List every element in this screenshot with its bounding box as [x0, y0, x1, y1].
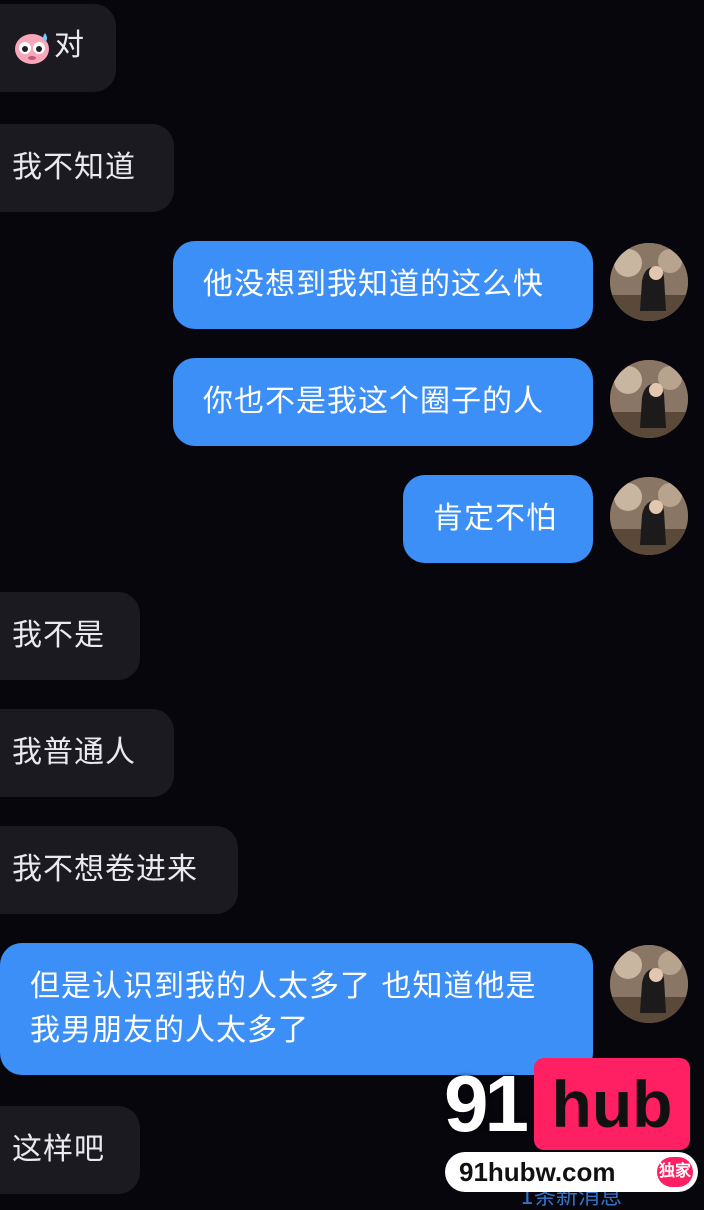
watermark-brand-number: 91: [444, 1059, 529, 1148]
message-text: 我不是: [12, 618, 105, 653]
message-bubble[interactable]: 对: [0, 4, 116, 92]
message-text: 这样吧: [12, 1132, 105, 1167]
message-text: 我不知道: [12, 150, 136, 185]
message-bubble[interactable]: 但是认识到我的人太多了 也知道他是 我男朋友的人太多了: [0, 943, 593, 1075]
sweat-emoji-icon: [12, 27, 52, 67]
avatar[interactable]: [610, 243, 688, 321]
watermark-url: 91hubw.com: [459, 1157, 616, 1187]
message-bubble[interactable]: 我不知道: [0, 124, 174, 212]
message-bubble[interactable]: 我普通人: [0, 709, 174, 797]
avatar[interactable]: [610, 945, 688, 1023]
avatar[interactable]: [610, 360, 688, 438]
message-text-line-2: 我男朋友的人太多了: [30, 1013, 309, 1048]
message-bubble[interactable]: 肯定不怕: [403, 475, 593, 563]
message-bubble[interactable]: 我不想卷进来: [0, 826, 238, 914]
message-bubble[interactable]: 你也不是我这个圈子的人: [173, 358, 593, 446]
watermark-tag: 独家: [657, 1157, 693, 1187]
message-text: 他没想到我知道的这么快: [203, 267, 544, 302]
message-bubble[interactable]: 他没想到我知道的这么快: [173, 241, 593, 329]
watermark-url-badge: 91hubw.com 独家: [445, 1152, 698, 1192]
message-text: 你也不是我这个圈子的人: [203, 384, 544, 419]
message-bubble[interactable]: 这样吧: [0, 1106, 140, 1194]
message-text: 肯定不怕: [433, 501, 557, 536]
message-text: 对: [54, 28, 85, 63]
message-text: 我不想卷进来: [12, 852, 198, 887]
message-bubble[interactable]: 我不是: [0, 592, 140, 680]
message-text: 我普通人: [12, 735, 136, 770]
watermark-brand-word: hub: [534, 1058, 690, 1150]
avatar[interactable]: [610, 477, 688, 555]
message-text-line-1: 但是认识到我的人太多了 也知道他是: [30, 969, 537, 1004]
